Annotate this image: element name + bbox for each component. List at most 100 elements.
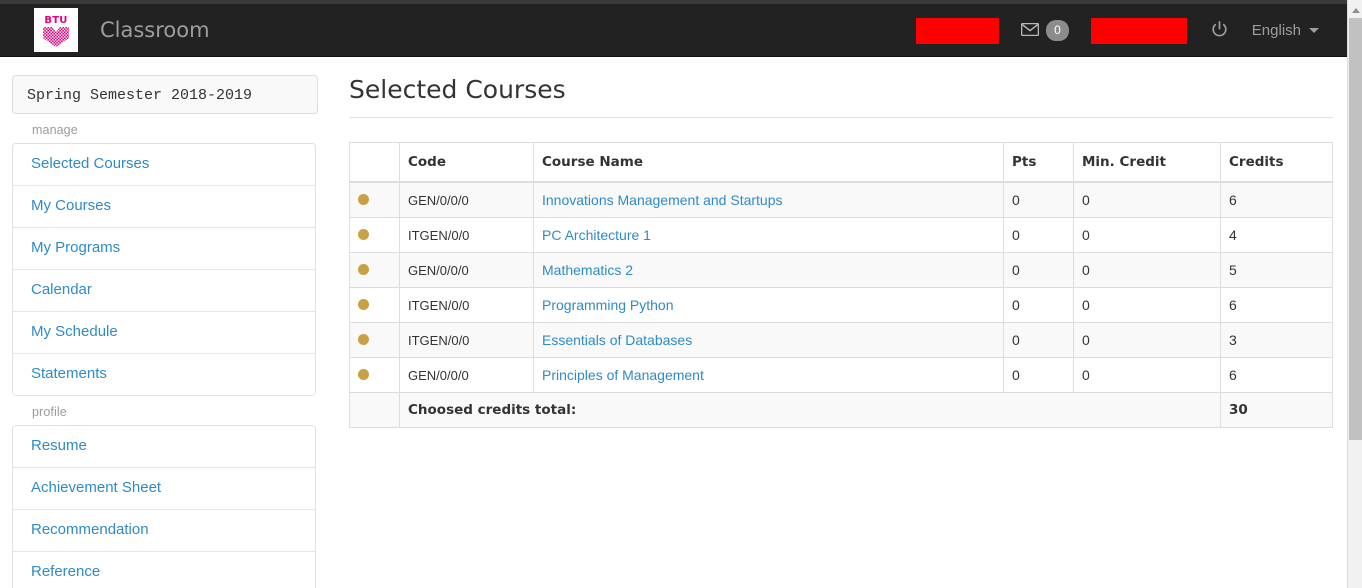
- navbar-right-group: 0 English: [905, 4, 1335, 57]
- course-pts: 0: [1003, 322, 1074, 358]
- course-name-cell[interactable]: Principles of Management: [533, 357, 1004, 393]
- btu-logo-text: BTU: [44, 15, 68, 26]
- course-min-credit: 0: [1073, 287, 1221, 323]
- sidebar-link-calendar[interactable]: Calendar: [31, 281, 297, 299]
- sidebar-link-reference[interactable]: Reference: [31, 563, 297, 581]
- sidebar-link-recommendation[interactable]: Recommendation: [31, 521, 297, 539]
- btu-logo-icon: BTU: [34, 8, 78, 52]
- status-dot-icon: [358, 368, 369, 380]
- totals-row: Choosed credits total: 30: [349, 392, 1333, 428]
- course-link[interactable]: Programming Python: [542, 297, 674, 313]
- sidebar-link-statements[interactable]: Statements: [31, 365, 297, 383]
- scroll-up-arrow-icon[interactable]: [1348, 4, 1362, 17]
- course-link[interactable]: Essentials of Databases: [542, 332, 692, 348]
- page-scrollbar[interactable]: [1347, 0, 1362, 588]
- status-cell: [349, 217, 400, 253]
- top-navbar: BTU Classroom 0 English: [0, 4, 1347, 57]
- status-cell: [349, 287, 400, 323]
- course-name-cell[interactable]: Innovations Management and Startups: [533, 181, 1004, 218]
- brand[interactable]: BTU Classroom: [34, 8, 210, 52]
- sidebar-item-my-courses[interactable]: My Courses: [13, 186, 315, 228]
- course-code: GEN/0/0/0: [399, 181, 534, 218]
- table-header: Code Course Name Pts Min. Credit Credits: [349, 142, 1333, 183]
- course-credits: 6: [1220, 287, 1333, 323]
- table-row: GEN/0/0/0 Principles of Management 0 0 6: [349, 357, 1333, 393]
- course-pts: 0: [1003, 357, 1074, 393]
- table-row: ITGEN/0/0 Programming Python 0 0 6: [349, 287, 1333, 323]
- redaction-block-1: [916, 17, 1000, 44]
- sidebar-link-my-programs[interactable]: My Programs: [31, 239, 297, 257]
- course-link[interactable]: Principles of Management: [542, 367, 704, 383]
- course-name-cell[interactable]: Mathematics 2: [533, 252, 1004, 288]
- redacted-user-item-1[interactable]: [905, 4, 1010, 57]
- sidebar-nav-profile: Resume Achievement Sheet Recommendation …: [12, 425, 316, 588]
- sidebar-link-achievement-sheet[interactable]: Achievement Sheet: [31, 479, 297, 497]
- logout-button[interactable]: [1198, 4, 1241, 57]
- status-dot-icon: [358, 298, 369, 310]
- column-header-credits: Credits: [1220, 142, 1333, 183]
- status-cell: [349, 252, 400, 288]
- sidebar-group-label-profile: profile: [32, 405, 67, 419]
- main-content: Selected Courses Code Course Name Pts Mi…: [349, 75, 1333, 428]
- course-credits: 5: [1220, 252, 1333, 288]
- course-min-credit: 0: [1073, 357, 1221, 393]
- course-name-cell[interactable]: Programming Python: [533, 287, 1004, 323]
- status-cell: [349, 181, 400, 218]
- course-link[interactable]: Mathematics 2: [542, 262, 633, 278]
- redaction-block-2: [1090, 17, 1187, 44]
- table-row: ITGEN/0/0 PC Architecture 1 0 0 4: [349, 217, 1333, 253]
- language-dropdown[interactable]: English: [1241, 4, 1335, 57]
- course-min-credit: 0: [1073, 217, 1221, 253]
- sidebar-link-my-courses[interactable]: My Courses: [31, 197, 297, 215]
- course-link[interactable]: PC Architecture 1: [542, 227, 651, 243]
- course-credits: 6: [1220, 181, 1333, 218]
- sidebar-item-calendar[interactable]: Calendar: [13, 270, 315, 312]
- course-link[interactable]: Innovations Management and Startups: [542, 192, 783, 208]
- sidebar-item-my-schedule[interactable]: My Schedule: [13, 312, 315, 354]
- sidebar-item-selected-courses[interactable]: Selected Courses: [13, 144, 315, 186]
- course-code: ITGEN/0/0: [399, 217, 534, 253]
- course-pts: 0: [1003, 181, 1074, 218]
- status-dot-icon: [358, 193, 369, 205]
- sidebar-item-reference[interactable]: Reference: [13, 552, 315, 588]
- course-name-cell[interactable]: Essentials of Databases: [533, 322, 1004, 358]
- sidebar-link-my-schedule[interactable]: My Schedule: [31, 323, 297, 341]
- table-body: GEN/0/0/0 Innovations Management and Sta…: [349, 181, 1333, 393]
- column-header-min-credit: Min. Credit: [1073, 142, 1221, 183]
- sidebar-group-label-manage: manage: [32, 123, 78, 137]
- course-code: ITGEN/0/0: [399, 322, 534, 358]
- sidebar-item-achievement-sheet[interactable]: Achievement Sheet: [13, 468, 315, 510]
- sidebar-link-resume[interactable]: Resume: [31, 437, 297, 455]
- brand-title: Classroom: [100, 18, 210, 42]
- messages-count-badge: 0: [1046, 20, 1069, 41]
- course-pts: 0: [1003, 252, 1074, 288]
- envelope-icon: [1021, 22, 1040, 39]
- sidebar-item-my-programs[interactable]: My Programs: [13, 228, 315, 270]
- title-divider: [349, 117, 1333, 118]
- course-name-cell[interactable]: PC Architecture 1: [533, 217, 1004, 253]
- page-root: BTU Classroom 0 English Spring Semester …: [0, 0, 1362, 588]
- column-header-course-name: Course Name: [533, 142, 1004, 183]
- scrollbar-thumb[interactable]: [1349, 18, 1362, 440]
- column-header-code: Code: [399, 142, 534, 183]
- sidebar-group-manage: manage Selected Courses My Courses My Pr…: [12, 114, 318, 396]
- sidebar-item-recommendation[interactable]: Recommendation: [13, 510, 315, 552]
- sidebar-link-selected-courses[interactable]: Selected Courses: [31, 155, 297, 173]
- column-header-pts: Pts: [1003, 142, 1074, 183]
- selected-courses-table: Code Course Name Pts Min. Credit Credits…: [349, 142, 1333, 428]
- language-label: English: [1251, 22, 1301, 39]
- messages-link[interactable]: 0: [1010, 4, 1080, 57]
- sidebar-nav-manage: Selected Courses My Courses My Programs …: [12, 143, 316, 396]
- course-pts: 0: [1003, 287, 1074, 323]
- semester-selector[interactable]: Spring Semester 2018-2019: [12, 75, 318, 114]
- course-code: GEN/0/0/0: [399, 252, 534, 288]
- course-credits: 3: [1220, 322, 1333, 358]
- sidebar-item-resume[interactable]: Resume: [13, 426, 315, 468]
- sidebar-item-statements[interactable]: Statements: [13, 354, 315, 395]
- course-min-credit: 0: [1073, 181, 1221, 218]
- total-credits-value: 30: [1220, 392, 1333, 428]
- course-credits: 4: [1220, 217, 1333, 253]
- course-pts: 0: [1003, 217, 1074, 253]
- table-footer: Choosed credits total: 30: [349, 392, 1333, 428]
- redacted-user-item-2[interactable]: [1080, 4, 1198, 57]
